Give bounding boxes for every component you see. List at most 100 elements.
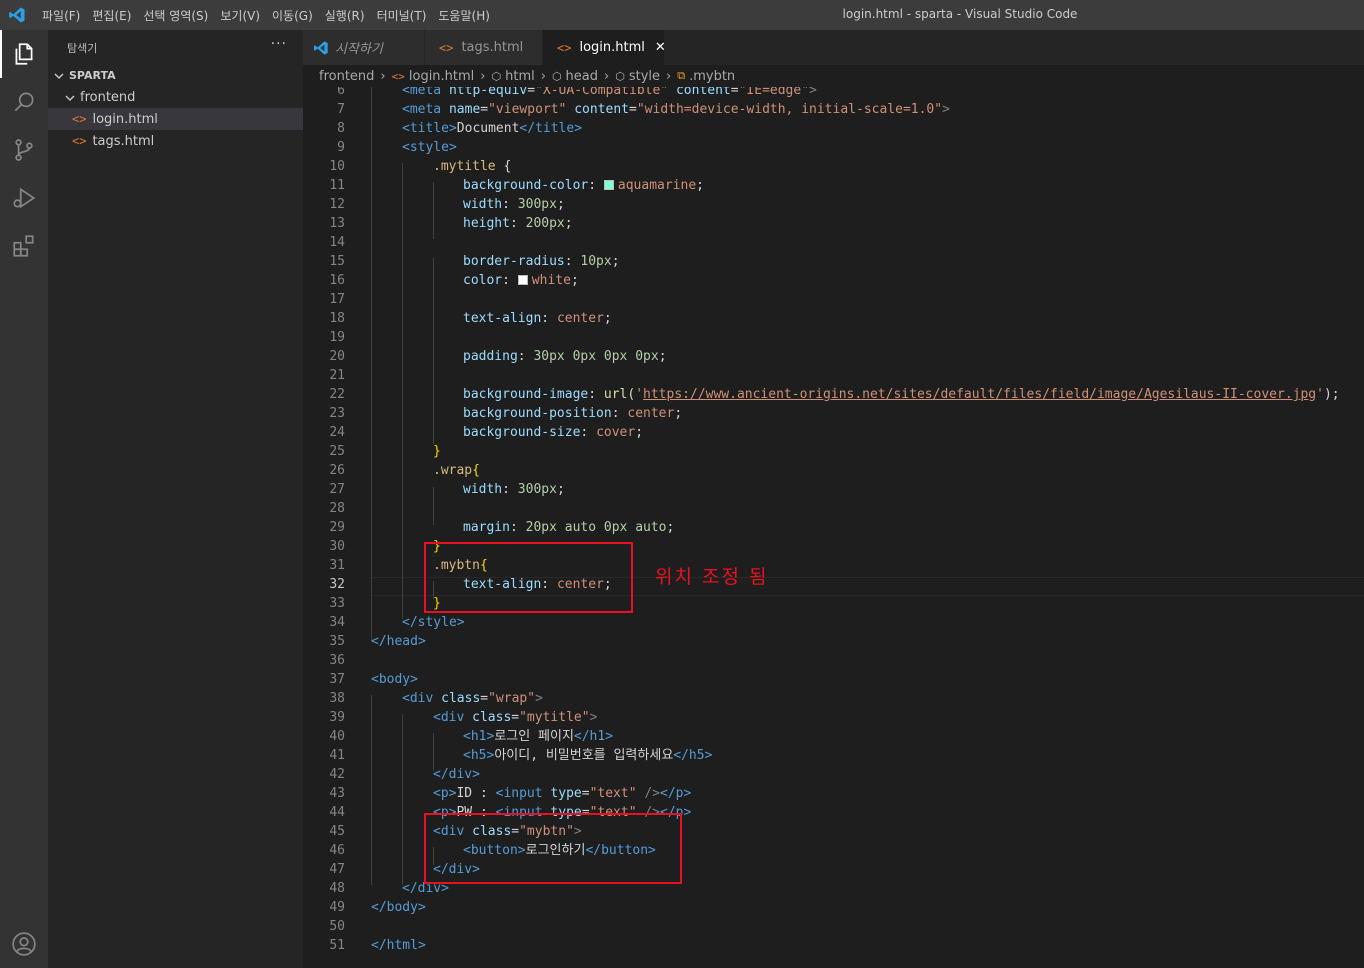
breadcrumb-item[interactable]: html	[505, 69, 535, 84]
token: <title>	[402, 121, 457, 136]
token: "X-UA-Compatible"	[535, 87, 669, 98]
token: :	[588, 178, 604, 193]
token: Document	[456, 121, 520, 136]
source-control-icon[interactable]	[0, 126, 48, 174]
token: background-color	[463, 178, 589, 193]
line-number: 25	[329, 444, 345, 459]
line-number: 46	[329, 843, 345, 858]
code-editor[interactable]: 6 7 8 9 10 11 12 13 14 15 16 17 18 19 20 21 22 23 24 25 26 27…	[303, 87, 1364, 968]
token: border-radius	[463, 254, 565, 269]
breadcrumb-item[interactable]: login.html	[409, 69, 474, 84]
token: </h5>	[673, 748, 713, 763]
explorer-icon[interactable]	[0, 30, 48, 78]
html-file-icon: <>	[439, 40, 454, 55]
editor-tabs: 시작하기 <> tags.html <> login.html ✕	[303, 30, 1364, 65]
menu-edit[interactable]: 편집(E)	[86, 7, 137, 24]
token: ;	[556, 197, 565, 212]
tab-login-html[interactable]: <> login.html ✕	[543, 30, 666, 65]
line-number: 47	[329, 862, 345, 877]
token: ;	[570, 273, 579, 288]
menu-view[interactable]: 보기(V)	[214, 7, 266, 24]
code-line-6: <meta http-equiv="X-UA-Compatible" conte…	[402, 87, 817, 100]
token: =	[730, 87, 739, 98]
line-number: 33	[329, 596, 345, 611]
activity-bar	[0, 30, 48, 968]
explorer-sidebar: 탐색기 ··· SPARTA frontend <> login.html <>…	[48, 30, 303, 968]
token: ;	[564, 216, 573, 231]
tab-welcome[interactable]: 시작하기	[303, 30, 425, 65]
indent-guide	[433, 182, 434, 239]
line-number: 15	[329, 254, 345, 269]
menu-file[interactable]: 파일(F)	[36, 7, 86, 24]
indent-guide	[402, 163, 403, 619]
code-line-20: padding: 30px 0px 0px 0px;	[463, 347, 667, 366]
line-number: 26	[329, 463, 345, 478]
line-number: 42	[329, 767, 345, 782]
token: :	[502, 197, 518, 212]
token: =	[480, 102, 489, 117]
html-file-icon: <>	[391, 69, 405, 83]
token: center	[627, 406, 675, 421]
token: :	[517, 349, 534, 364]
token: </body>	[371, 900, 426, 915]
menu-selection[interactable]: 선택 영역(S)	[137, 7, 214, 24]
token: >	[809, 87, 817, 98]
tab-label: login.html	[579, 40, 645, 55]
line-number: 38	[329, 691, 345, 706]
breadcrumb: frontend › <> login.html › ⬡ html › ⬡ he…	[303, 65, 1364, 87]
code-line-22: background-image: url('https://www.ancie…	[463, 385, 1340, 404]
breadcrumb-item[interactable]: head	[566, 69, 598, 84]
annotation-text: 위치 조정 됨	[655, 566, 769, 588]
line-number: 7	[337, 102, 345, 117]
close-icon[interactable]: ✕	[655, 40, 666, 55]
folder-frontend[interactable]: frontend	[48, 86, 303, 108]
line-number: 39	[329, 710, 345, 725]
menu-terminal[interactable]: 터미널(T)	[371, 7, 433, 24]
code-line-29: margin: 20px auto 0px auto;	[463, 518, 674, 537]
search-icon[interactable]	[0, 78, 48, 126]
color-swatch[interactable]	[517, 275, 528, 285]
breadcrumb-item[interactable]: .mybtn	[689, 69, 735, 84]
line-number: 50	[329, 919, 345, 934]
color-swatch[interactable]	[603, 180, 614, 190]
token: =	[581, 786, 590, 801]
more-actions-icon[interactable]: ···	[271, 36, 287, 52]
token: </head>	[371, 634, 426, 649]
run-debug-icon[interactable]	[0, 174, 48, 222]
breadcrumb-item[interactable]: style	[629, 69, 660, 84]
menu-help[interactable]: 도움말(H)	[432, 7, 496, 24]
tab-tags-html[interactable]: <> tags.html	[425, 30, 543, 65]
token: http-equiv	[448, 87, 528, 98]
code-line-11: background-color: aquamarine;	[463, 176, 704, 195]
token: background-image	[463, 387, 589, 402]
token: </title>	[519, 121, 583, 136]
file-tags-html[interactable]: <> tags.html	[48, 130, 303, 152]
token: margin	[463, 520, 510, 535]
workspace-label: SPARTA	[69, 68, 116, 82]
token: name	[448, 102, 481, 117]
line-number: 48	[329, 881, 345, 896]
url-link[interactable]: https://www.ancient-origins.net/sites/de…	[643, 387, 1316, 402]
breadcrumb-item[interactable]: frontend	[319, 69, 374, 84]
token: :	[509, 520, 526, 535]
token: ;	[635, 425, 644, 440]
chevron-right-icon: ›	[604, 68, 610, 84]
line-number: 34	[329, 615, 345, 630]
token: 20px auto 0px auto	[525, 520, 667, 535]
accounts-icon[interactable]	[0, 920, 48, 968]
token: class	[441, 691, 481, 706]
workspace-root[interactable]: SPARTA	[48, 64, 303, 86]
indent-guide	[371, 695, 372, 885]
line-number: 40	[329, 729, 345, 744]
extensions-icon[interactable]	[0, 222, 48, 270]
file-login-html[interactable]: <> login.html	[48, 108, 303, 130]
code-line-7: <meta name="viewport" content="width=dev…	[402, 100, 950, 119]
line-number: 23	[329, 406, 345, 421]
menu-go[interactable]: 이동(G)	[266, 7, 319, 24]
menu-run[interactable]: 실행(R)	[319, 7, 371, 24]
token: =	[629, 102, 637, 117]
token: class	[472, 710, 512, 725]
token: "IE=edge"	[738, 87, 810, 98]
line-number: 43	[329, 786, 345, 801]
code-line-13: height: 200px;	[463, 214, 573, 233]
